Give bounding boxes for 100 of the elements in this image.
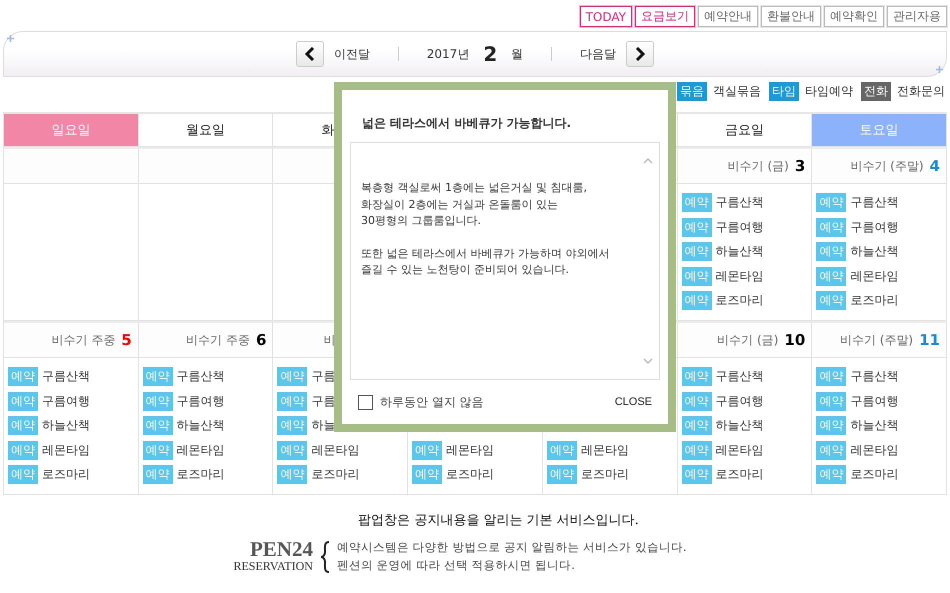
- room-name: 구름산책: [850, 368, 898, 386]
- month-unit: 월: [511, 46, 524, 62]
- room-name: 로즈마리: [311, 466, 360, 484]
- reserve-badge[interactable]: 예약: [682, 291, 712, 310]
- room-name: 로즈마리: [716, 292, 764, 310]
- next-month-button[interactable]: [626, 41, 654, 67]
- room-name: 구름여행: [850, 392, 898, 410]
- info-text: 예약시스템은 다양한 방법으로 공지 알림하는 서비스가 있습니다.: [336, 540, 687, 555]
- weekday-header: 토요일: [812, 114, 947, 147]
- previous-month-button[interactable]: [296, 41, 324, 67]
- room-name: 레몬타임: [716, 268, 764, 285]
- reserve-badge[interactable]: 예약: [8, 440, 38, 460]
- date-number: 3: [794, 157, 806, 175]
- reserve-badge[interactable]: 예약: [816, 465, 846, 484]
- reserve-badge[interactable]: 예약: [412, 440, 442, 460]
- previous-month-link[interactable]: 이전달: [334, 46, 370, 62]
- room-name: 로즈마리: [42, 466, 90, 484]
- nav-link[interactable]: 요금보기: [635, 6, 695, 27]
- room-name: 구름산책: [850, 194, 898, 212]
- reserve-badge[interactable]: 예약: [682, 392, 712, 411]
- room-name: 로즈마리: [176, 466, 225, 484]
- nav-link[interactable]: 예약확인: [824, 6, 884, 27]
- reserve-badge[interactable]: 예약: [816, 242, 846, 262]
- reserve-badge[interactable]: 예약: [682, 367, 712, 386]
- room-name: 레몬타임: [311, 442, 360, 459]
- reserve-badge[interactable]: 예약: [682, 440, 712, 460]
- room-name: 구름여행: [716, 392, 764, 410]
- room-name: 레몬타임: [850, 442, 898, 459]
- reserve-badge[interactable]: 예약: [682, 266, 712, 286]
- reserve-badge[interactable]: 예약: [816, 392, 846, 411]
- corner-plus-icon: [936, 66, 943, 73]
- reserve-badge[interactable]: 예약: [816, 266, 846, 286]
- room-name: 구름여행: [850, 218, 898, 236]
- room-name: 구름여행: [42, 392, 90, 410]
- reserve-badge[interactable]: 예약: [277, 465, 308, 484]
- room-name: 로즈마리: [850, 292, 898, 310]
- legend-label: 타임예약: [805, 83, 853, 100]
- room-name: 레몬타임: [580, 442, 629, 459]
- reserve-badge[interactable]: 예약: [142, 367, 173, 386]
- logo-subtitle: RESERVATION: [233, 559, 313, 574]
- reserve-badge[interactable]: 예약: [277, 416, 308, 436]
- room-name: 레몬타임: [716, 442, 764, 459]
- nav-link[interactable]: 예약안내: [698, 6, 758, 27]
- reserve-badge[interactable]: 예약: [816, 193, 846, 212]
- weekday-header: 금요일: [678, 114, 812, 147]
- checkbox[interactable]: [358, 394, 373, 410]
- nav-link[interactable]: TODAY: [580, 6, 632, 27]
- room-name: 구름: [311, 392, 336, 410]
- reserve-badge[interactable]: 예약: [816, 367, 846, 386]
- reserve-badge[interactable]: 예약: [816, 218, 846, 237]
- reserve-badge[interactable]: 예약: [816, 291, 846, 310]
- room-name: 하늘산책: [716, 243, 764, 260]
- room-name: 레몬타임: [850, 268, 898, 285]
- legend-badge: 묶음: [677, 82, 707, 101]
- reserve-badge[interactable]: 예약: [277, 392, 308, 411]
- legend-label: 객실묶음: [713, 83, 761, 100]
- close-button[interactable]: CLOSE: [614, 396, 652, 408]
- nav-link[interactable]: 관리자용: [887, 6, 947, 27]
- room-name: 구름산책: [716, 368, 764, 386]
- season-label: 비수기 주중: [51, 332, 116, 348]
- room-name: 하늘산책: [850, 243, 898, 260]
- room-name: 구름여행: [716, 218, 764, 236]
- next-month-link[interactable]: 다음달: [580, 46, 616, 62]
- reserve-badge[interactable]: 예약: [682, 193, 712, 212]
- date-number: 10: [784, 331, 806, 349]
- reserve-badge[interactable]: 예약: [816, 416, 846, 436]
- room-name: 구름산책: [42, 368, 90, 386]
- reserve-badge[interactable]: 예약: [8, 392, 38, 411]
- reserve-badge[interactable]: 예약: [412, 465, 442, 484]
- reserve-badge[interactable]: 예약: [8, 416, 38, 436]
- room-name: 레몬타임: [42, 442, 90, 459]
- dont-show-today-label[interactable]: 하루동안 열지 않음: [358, 394, 484, 410]
- reserve-badge[interactable]: 예약: [8, 465, 38, 484]
- info-text: 펜션의 운영에 따라 선택 적용하시면 됩니다.: [336, 558, 576, 573]
- notice-text: 팝업창은 공지내용을 알리는 기본 서비스입니다.: [358, 512, 639, 529]
- reserve-badge[interactable]: 예약: [816, 440, 846, 460]
- legend-badge: 전화: [861, 82, 891, 101]
- date-number: 4: [930, 157, 940, 175]
- reserve-badge[interactable]: 예약: [142, 440, 173, 460]
- legend-label: 전화문의: [897, 83, 945, 100]
- reserve-badge[interactable]: 예약: [682, 465, 712, 484]
- legend-badge: 타임: [769, 82, 799, 101]
- reserve-badge[interactable]: 예약: [682, 242, 712, 262]
- reserve-badge[interactable]: 예약: [682, 218, 712, 237]
- nav-link[interactable]: 환불안내: [761, 6, 821, 27]
- room-name: 하늘: [311, 417, 336, 434]
- reserve-badge[interactable]: 예약: [277, 367, 308, 386]
- reserve-badge[interactable]: 예약: [682, 416, 712, 436]
- logo-text: PEN24: [250, 539, 313, 559]
- reserve-badge[interactable]: 예약: [277, 440, 308, 460]
- reserve-badge[interactable]: 예약: [142, 392, 173, 411]
- reserve-badge[interactable]: 예약: [8, 367, 38, 386]
- season-label: 비수기 (주말): [840, 332, 914, 348]
- reserve-badge[interactable]: 예약: [546, 440, 577, 460]
- room-name: 로즈마리: [580, 466, 629, 484]
- reserve-badge[interactable]: 예약: [142, 416, 173, 436]
- reserve-badge[interactable]: 예약: [546, 465, 577, 484]
- date-number: 11: [919, 331, 940, 349]
- date-number: 5: [121, 331, 132, 349]
- reserve-badge[interactable]: 예약: [142, 465, 173, 484]
